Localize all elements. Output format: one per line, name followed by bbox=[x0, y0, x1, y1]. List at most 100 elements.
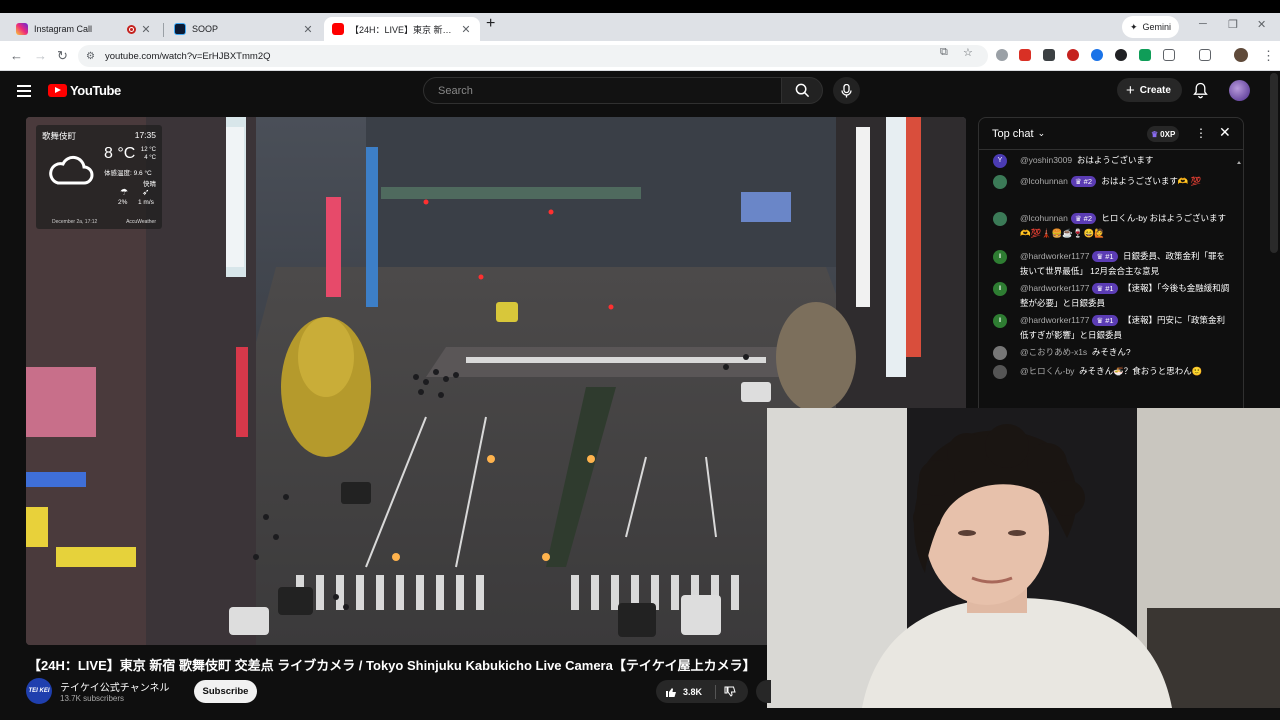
chat-message[interactable]: ll @hardworker1177 ♛ #1 【速報】「今後も金融緩和調整が必要… bbox=[993, 281, 1233, 311]
more-options-icon[interactable]: ⋮ bbox=[1195, 126, 1207, 140]
chat-avatar: ll bbox=[993, 282, 1007, 296]
search-input[interactable]: Search bbox=[423, 77, 782, 104]
create-label: Create bbox=[1139, 84, 1171, 96]
voice-search-button[interactable] bbox=[833, 77, 860, 104]
instagram-icon bbox=[16, 23, 28, 35]
notifications-bell-icon[interactable] bbox=[1193, 82, 1208, 104]
search-icon bbox=[795, 83, 809, 98]
tab-soop[interactable]: SOOP ✕ bbox=[166, 17, 322, 41]
chat-text: おはようございます bbox=[1076, 155, 1154, 165]
gemini-button[interactable]: ✦ Gemini bbox=[1122, 16, 1180, 38]
minimize-icon[interactable]: ─ bbox=[1199, 18, 1207, 30]
webcam-feed bbox=[767, 408, 1280, 708]
weather-wind: 1 m/s bbox=[138, 199, 154, 206]
tab-youtube-live[interactable]: 【24H：LIVE】東京 新宿 歌舞伎町 ✕ bbox=[324, 17, 480, 41]
chat-message[interactable]: @ヒロくん-by みそきん🍜？食おうと思わん🙂 bbox=[993, 364, 1233, 379]
bookmark-star-icon[interactable]: ☆ bbox=[963, 46, 973, 59]
chat-scroll-up-icon[interactable] bbox=[1237, 158, 1241, 170]
new-tab-button[interactable]: + bbox=[486, 15, 495, 33]
extension-icon[interactable] bbox=[1091, 49, 1103, 61]
xp-badge[interactable]: ♛ 0XP bbox=[1147, 126, 1180, 142]
site-info-icon[interactable]: ⚙ bbox=[86, 51, 95, 62]
screen-top-strip bbox=[0, 0, 1280, 13]
youtube-icon bbox=[332, 23, 344, 35]
recording-icon bbox=[127, 24, 136, 34]
dislike-button[interactable] bbox=[716, 686, 736, 698]
chat-message[interactable]: ll @hardworker1177 ♛ #1 日銀委員、政策金利「罪を抜いて世界… bbox=[993, 249, 1233, 279]
kick-icon[interactable] bbox=[1139, 49, 1151, 61]
reload-icon[interactable]: ↻ bbox=[57, 48, 68, 64]
weather-date: December 2a, 17:12 bbox=[52, 219, 98, 225]
thumbs-up-icon bbox=[666, 687, 676, 697]
thumbs-down-icon bbox=[724, 686, 736, 697]
gemini-sparkle-icon: ✦ bbox=[1130, 21, 1138, 32]
like-button[interactable]: 3.8K bbox=[656, 684, 716, 699]
search-button[interactable] bbox=[781, 77, 823, 104]
gemini-label: Gemini bbox=[1142, 22, 1172, 32]
share-button[interactable] bbox=[756, 680, 771, 703]
browser-toolbar: ← → ↻ ⚙ youtube.com/watch?v=ErHJBXTmm2Q … bbox=[0, 41, 1280, 71]
chat-message[interactable]: ll @hardworker1177 ♛ #1 【速報】円安に「政策金利低すぎが影… bbox=[993, 313, 1233, 343]
chat-message[interactable]: @こおりあめ-x1s みそきん? bbox=[993, 345, 1233, 360]
chat-author: @こおりあめ-x1s bbox=[1020, 347, 1088, 357]
extension-icon[interactable] bbox=[1043, 49, 1055, 61]
puzzle-icon[interactable] bbox=[1163, 49, 1175, 61]
maximize-icon[interactable]: ❐ bbox=[1228, 18, 1238, 31]
account-avatar[interactable] bbox=[1229, 80, 1250, 101]
weather-feels-like: 体感温度: 9.6 °C bbox=[104, 170, 152, 177]
subscribe-button[interactable]: Subscribe bbox=[194, 680, 257, 703]
url-text: youtube.com/watch?v=ErHJBXTmm2Q bbox=[104, 50, 271, 62]
close-icon[interactable]: ✕ bbox=[140, 23, 152, 36]
shield-icon[interactable] bbox=[1115, 49, 1127, 61]
create-button[interactable]: + Create bbox=[1117, 78, 1182, 102]
close-icon[interactable]: ✕ bbox=[302, 23, 314, 36]
chevron-down-icon[interactable]: ⌄ bbox=[1038, 128, 1046, 139]
accuweather-logo: AccuWeather bbox=[126, 219, 156, 225]
address-bar[interactable]: ⚙ youtube.com/watch?v=ErHJBXTmm2Q bbox=[78, 45, 988, 67]
channel-name[interactable]: テイケイ公式チャンネル bbox=[60, 679, 170, 694]
weather-low: 4 °C bbox=[144, 155, 156, 161]
window-close-icon[interactable]: ✕ bbox=[1257, 18, 1266, 31]
close-chat-icon[interactable]: ✕ bbox=[1219, 124, 1231, 141]
hamburger-menu-icon[interactable] bbox=[17, 85, 31, 100]
member-badge-rank: #1 bbox=[1105, 284, 1114, 293]
member-badge-rank: #1 bbox=[1105, 316, 1114, 325]
like-count: 3.8K bbox=[683, 686, 703, 697]
chat-author: @hardworker1177 bbox=[1020, 315, 1090, 325]
like-dislike-group: 3.8K bbox=[656, 680, 748, 703]
browser-tab-bar: Instagram Call ✕ SOOP ✕ 【24H：LIVE】東京 新宿 … bbox=[0, 13, 1280, 41]
adblock-icon[interactable] bbox=[1019, 49, 1031, 61]
sidepanel-icon[interactable] bbox=[1199, 49, 1211, 61]
tab-title: Instagram Call bbox=[34, 24, 93, 34]
extension-icon[interactable] bbox=[1067, 49, 1079, 61]
back-arrow-icon[interactable]: ← bbox=[10, 48, 23, 63]
channel-avatar[interactable]: TEI KEI bbox=[26, 678, 52, 704]
weather-temperature: 8 °C bbox=[104, 145, 136, 162]
chat-message[interactable]: @lcohunnan ♛ #2 ヒロくん-by おはようございます🫶💯🗼🍔☕🍷😄🙋 bbox=[993, 211, 1233, 241]
chat-message[interactable]: @lcohunnan ♛ #2 おはようございます🫶 💯 bbox=[993, 174, 1233, 189]
chat-message[interactable]: Y @yoshin3009 おはようございます bbox=[993, 153, 1233, 168]
extension-icon[interactable] bbox=[996, 49, 1008, 61]
tab-instagram-call[interactable]: Instagram Call ✕ bbox=[8, 17, 160, 41]
tab-title: SOOP bbox=[192, 24, 219, 34]
chat-text: みそきん🍜？食おうと思わん🙂 bbox=[1079, 366, 1203, 376]
forward-arrow-icon[interactable]: → bbox=[34, 48, 47, 63]
video-title: 【24H：LIVE】東京 新宿 歌舞伎町 交差点 ライブカメラ / Tokyo … bbox=[28, 658, 756, 673]
top-chat-dropdown[interactable]: Top chat bbox=[992, 128, 1034, 140]
member-badge: ♛ #1 bbox=[1092, 283, 1118, 294]
chat-author: @ヒロくん-by bbox=[1020, 366, 1075, 376]
install-app-icon[interactable]: ⧉ bbox=[940, 46, 948, 59]
cloud-icon bbox=[49, 155, 94, 185]
page-scrollbar[interactable] bbox=[1270, 73, 1278, 253]
weather-location: 歌舞伎町 bbox=[42, 131, 77, 141]
member-badge: ♛ #2 bbox=[1070, 213, 1097, 224]
close-icon[interactable]: ✕ bbox=[460, 23, 472, 36]
chrome-menu-icon[interactable]: ⋮ bbox=[1262, 48, 1275, 64]
profile-avatar[interactable] bbox=[1234, 48, 1248, 62]
chat-author: @yoshin3009 bbox=[1020, 155, 1073, 165]
youtube-play-icon bbox=[48, 84, 67, 97]
streamer-webcam-overlay bbox=[767, 408, 1280, 708]
youtube-logo[interactable]: YouTube bbox=[48, 83, 121, 98]
xp-value: 0XP bbox=[1160, 129, 1176, 139]
chat-avatar bbox=[993, 175, 1007, 189]
